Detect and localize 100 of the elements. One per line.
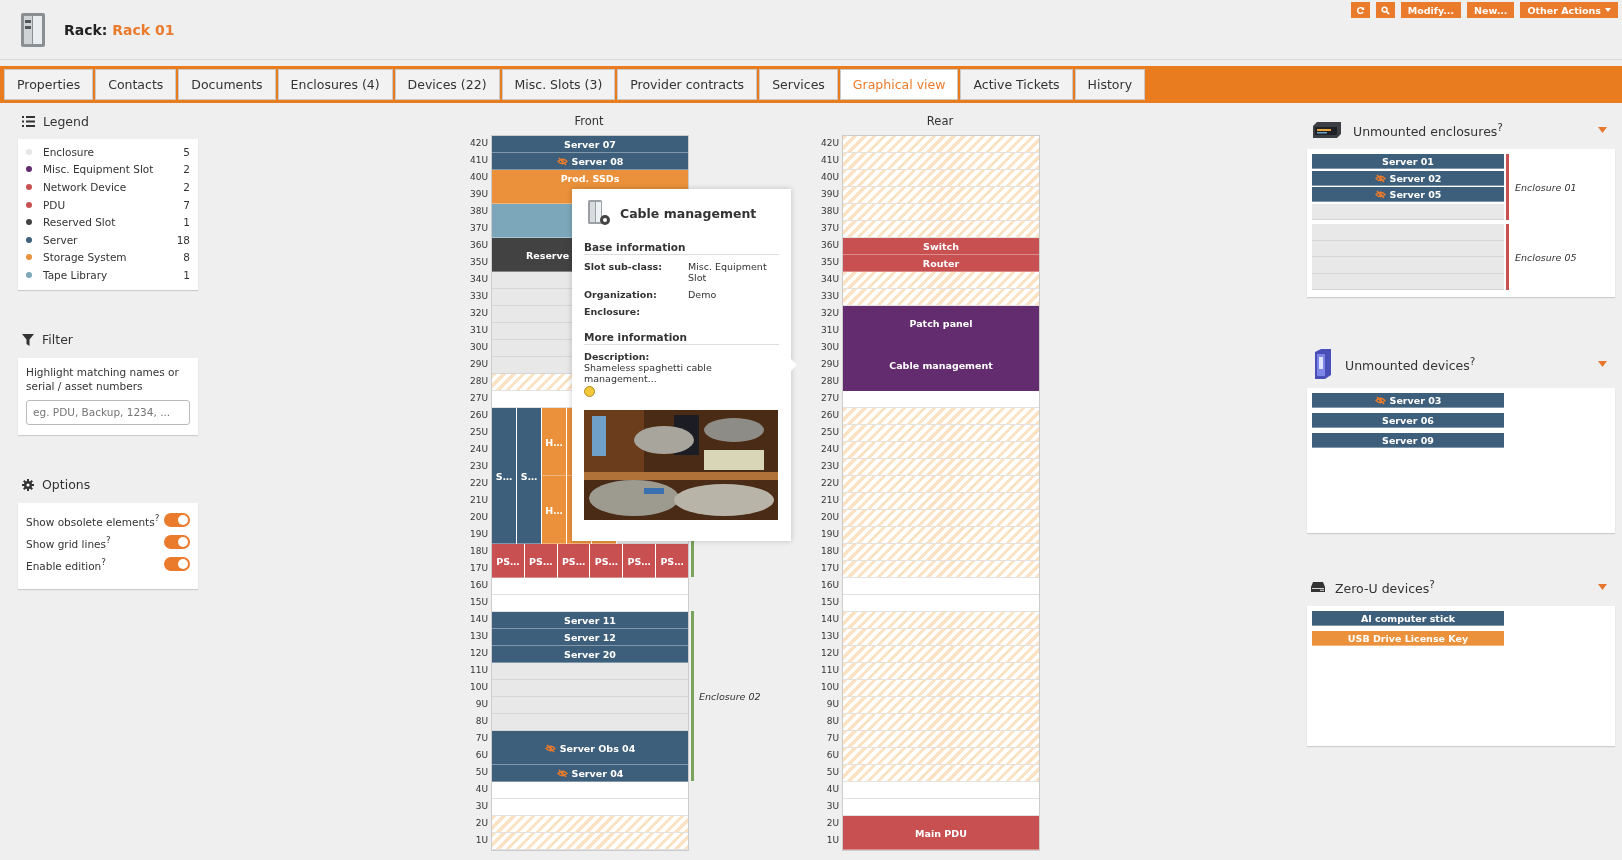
enclosure-label: Enclosure 02 [699,690,761,702]
legend-label: PDU [43,198,67,211]
legend-label: Storage System [43,251,128,264]
legend-label: Network Device [43,181,128,193]
unit-label: 14U [468,613,488,626]
panel-title: Unmounted enclosures$^{?}$ [1353,120,1504,140]
page-title: Rack: Rack 01 [64,21,175,38]
unit-label: 35U [819,256,839,269]
unit-label: 9U [825,698,839,711]
unit-label: 37U [468,222,488,235]
unit-label: 8U [474,715,488,728]
legend-label: Tape Library [43,268,109,281]
unit-label: 21U [468,494,488,507]
field-value: Demo [688,289,718,300]
unit-label: 12U [468,647,488,660]
unit-label: 8U [825,715,839,728]
section-title: Options [42,477,91,493]
unit-label: 17U [819,562,839,575]
unit-label: 41U [468,154,488,167]
enclosure-label: Enclosure 01 [1515,181,1577,193]
legend-count: 7 [183,198,190,211]
legend-count: 5 [183,145,190,158]
field-label: Description: [584,351,651,362]
legend-count: 18 [176,233,190,246]
enclosure-label: Enclosure 05 [1515,251,1577,263]
field-value: Misc. Equipment Slot [688,261,768,283]
legend-count: 2 [183,181,190,193]
unit-label: 9U [474,698,488,711]
unit-label: 26U [819,409,839,422]
legend-count: 2 [183,163,190,176]
unit-label: 36U [468,239,488,252]
unit-label: 34U [468,273,488,286]
field-value: Shameless spaghetti cable management... [584,362,713,384]
unit-label: 7U [825,732,839,745]
option-label: Show obsolete elements$^{?}$ [26,512,160,527]
panel-title: Zero-U devices$^{?}$ [1335,577,1436,597]
unit-label: 3U [825,800,839,813]
unit-label: 38U [819,205,839,218]
legend-count: 1 [183,216,190,229]
panel-title: Unmounted devices$^{?}$ [1345,354,1477,374]
option-label: Enable edition$^{?}$ [26,556,106,571]
unit-label: 38U [468,205,488,218]
field-label: Enclosure: [584,306,641,317]
unit-label: 27U [468,392,488,405]
unit-label: 31U [819,324,839,337]
unit-label: 29U [468,358,488,371]
unit-label: 32U [468,307,488,320]
unit-label: 6U [474,749,488,762]
field-label: Organization: [584,289,658,300]
unit-label: 16U [819,579,839,592]
unit-label: 20U [468,511,488,524]
legend-label: Reserved Slot [43,216,117,229]
unit-label: 26U [468,409,488,422]
unit-label: 39U [819,188,839,201]
unit-label: 4U [825,783,839,796]
unit-label: 7U [474,732,488,745]
unit-label: 17U [468,562,488,575]
unit-label: 41U [819,154,839,167]
section-title: Legend [43,113,89,129]
unit-label: 1U [474,834,488,847]
unit-label: 14U [819,613,839,626]
unit-label: 42U [468,137,488,150]
unit-label: 33U [819,290,839,303]
unit-label: 30U [468,341,488,354]
unit-label: 5U [825,766,839,779]
unit-label: 25U [468,426,488,439]
unit-label: 28U [819,375,839,388]
section-heading: Base information [584,241,779,255]
unit-label: 23U [468,460,488,473]
unit-label: 2U [825,817,839,830]
unit-label: 24U [468,443,488,456]
unit-label: 33U [468,290,488,303]
unit-label: 40U [468,171,488,184]
unit-label: 20U [819,511,839,524]
rack-side-title: Front [573,113,605,130]
section-heading: More information [584,331,779,345]
legend-label: Server [43,233,79,246]
unit-label: 12U [819,647,839,660]
unit-label: 29U [819,358,839,371]
unit-label: 37U [819,222,839,235]
unit-label: 1U [825,834,839,847]
unit-label: 42U [819,137,839,150]
legend-count: 1 [183,268,190,281]
rack-side-title: Rear [925,113,955,130]
legend-label: Misc. Equipment Slot [43,163,155,176]
unit-label: 19U [819,528,839,541]
unit-label: 27U [819,392,839,405]
unit-label: 28U [468,375,488,388]
unit-label: 2U [474,817,488,830]
unit-label: 13U [468,630,488,643]
unit-label: 16U [468,579,488,592]
unit-label: 40U [819,171,839,184]
unit-label: 24U [819,443,839,456]
field-label: Slot sub-class: [584,261,664,274]
unit-label: 32U [819,307,839,320]
unit-label: 34U [819,273,839,286]
section-title: Filter [42,332,73,348]
unit-label: 6U [825,749,839,762]
unit-label: 4U [474,783,488,796]
unit-label: 13U [819,630,839,643]
